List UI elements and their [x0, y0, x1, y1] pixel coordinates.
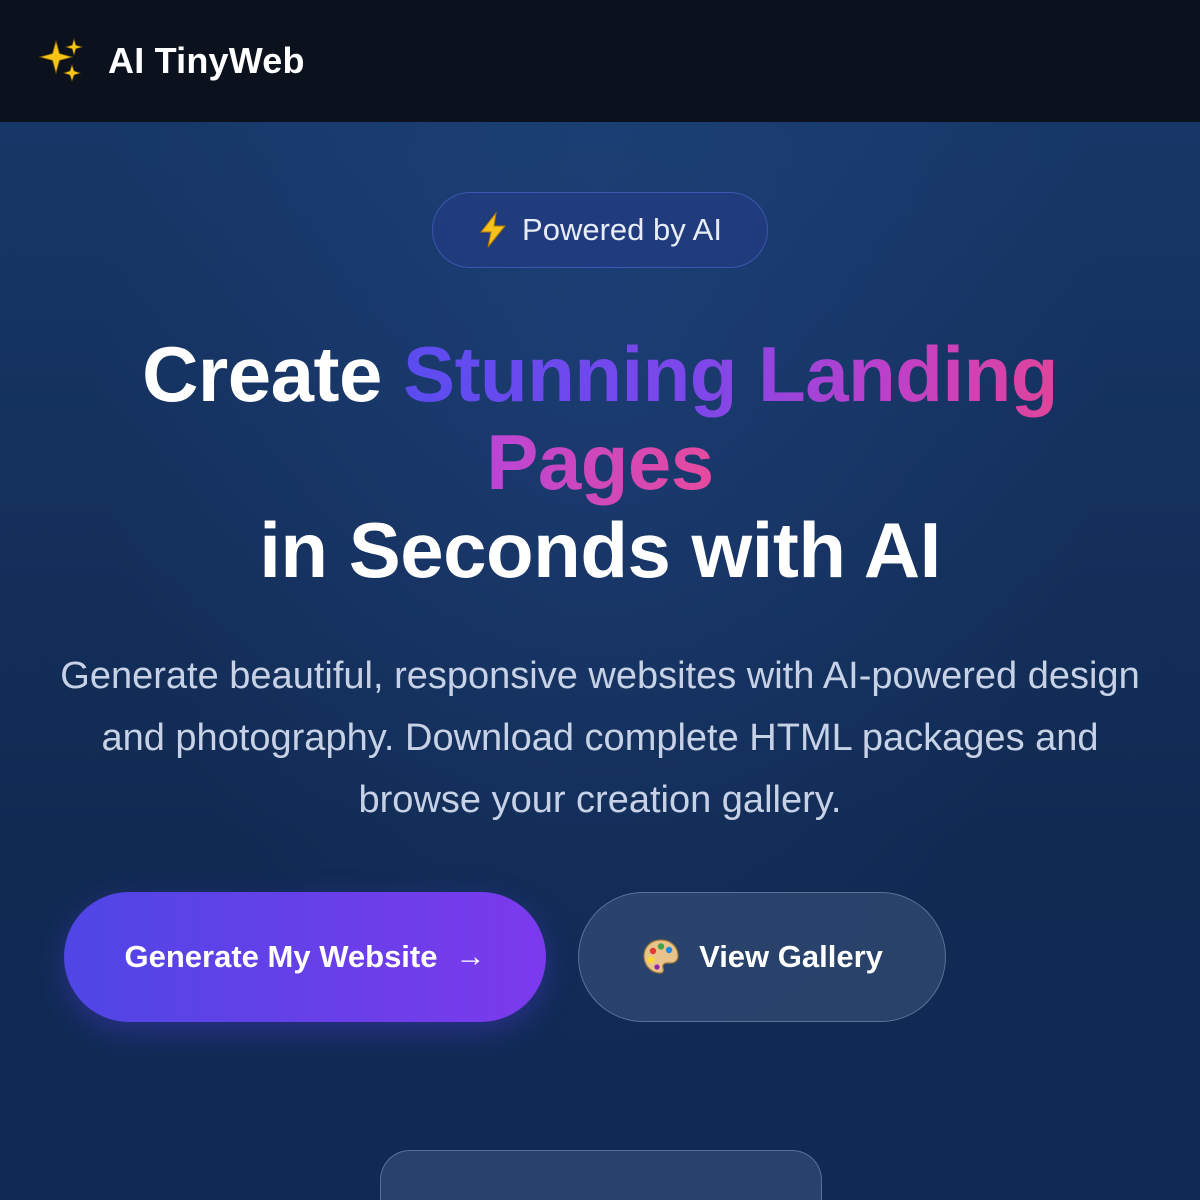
- hero-title-part1: Create: [142, 330, 404, 418]
- hero-title: Create Stunning Landing Pages in Seconds…: [0, 330, 1200, 594]
- hero-subtitle: Generate beautiful, responsive websites …: [60, 655, 1140, 821]
- generate-website-label: Generate My Website: [124, 939, 438, 974]
- view-gallery-label: View Gallery: [699, 939, 883, 974]
- hero-title-part2: in Seconds with AI: [259, 506, 941, 594]
- hero-title-highlight1: Stunning Landing: [403, 330, 1058, 418]
- arrow-right-icon: →: [455, 940, 486, 973]
- badge-label: Powered by AI: [522, 212, 722, 247]
- lightning-icon: [478, 212, 508, 248]
- hero-title-highlight2: Pages: [486, 418, 714, 506]
- powered-by-badge: Powered by AI: [432, 192, 768, 268]
- view-gallery-button[interactable]: View Gallery: [578, 892, 946, 1022]
- palette-icon: [641, 937, 681, 977]
- top-navbar: AI TinyWeb: [0, 0, 1200, 122]
- generate-website-button[interactable]: Generate My Website →: [64, 892, 546, 1022]
- sparkles-icon: [38, 37, 86, 85]
- preview-card: [380, 1150, 822, 1200]
- brand-name[interactable]: AI TinyWeb: [108, 40, 305, 82]
